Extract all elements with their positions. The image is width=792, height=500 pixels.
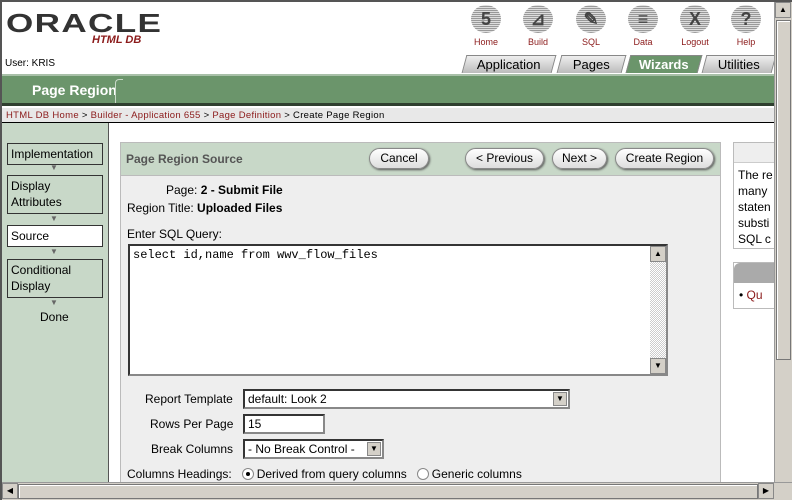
- oracle-logo: ORACLE HTML DB: [6, 8, 163, 46]
- tab-utilities[interactable]: Utilities: [701, 55, 777, 73]
- breadcrumb-builder[interactable]: Builder - Application 655: [91, 110, 201, 121]
- build-icon: ⊿: [523, 5, 553, 33]
- page-info: Page: 2 - Submit File: [166, 183, 283, 197]
- breadcrumb: HTML DB Home > Builder - Application 655…: [2, 108, 774, 123]
- tab-pages[interactable]: Pages: [556, 55, 627, 73]
- breadcrumb-home[interactable]: HTML DB Home: [6, 110, 79, 121]
- title-separator: [115, 79, 123, 103]
- scroll-down-icon[interactable]: ▼: [650, 358, 666, 374]
- arrow-down-icon: ▼: [50, 214, 58, 223]
- step-done: Done: [40, 310, 69, 324]
- break-columns-select[interactable]: - No Break Control - ▼: [243, 439, 384, 459]
- nav-help[interactable]: ? Help: [723, 5, 769, 47]
- arrow-down-icon: ▼: [50, 163, 58, 172]
- wizard-steps: Implementation ▼ Display Attributes ▼ So…: [2, 123, 109, 482]
- previous-button[interactable]: < Previous: [465, 148, 544, 169]
- query-link[interactable]: Qu: [747, 288, 763, 302]
- scroll-up-icon[interactable]: ▲: [650, 246, 666, 262]
- rows-per-page-input[interactable]: 15: [243, 414, 325, 434]
- report-template-label: Report Template: [145, 392, 233, 406]
- chevron-down-icon: ▼: [367, 442, 381, 456]
- logout-icon: X: [680, 5, 710, 33]
- horizontal-scrollbar[interactable]: ◀ ▶: [2, 482, 792, 500]
- scroll-right-icon[interactable]: ▶: [758, 483, 774, 499]
- create-region-button[interactable]: Create Region: [615, 148, 714, 169]
- radio-generic[interactable]: [416, 468, 429, 480]
- report-template-select[interactable]: default: Look 2 ▼: [243, 389, 570, 409]
- cancel-button[interactable]: Cancel: [369, 148, 429, 169]
- chevron-down-icon: ▼: [553, 392, 567, 406]
- scroll-up-icon[interactable]: ▲: [775, 2, 791, 18]
- horizontal-scroll-thumb[interactable]: [18, 484, 758, 499]
- tab-application[interactable]: Application: [461, 55, 557, 73]
- sql-icon: ✎: [576, 5, 606, 33]
- region-title-info: Region Title: Uploaded Files: [127, 201, 283, 215]
- breadcrumb-page-definition[interactable]: Page Definition: [212, 110, 281, 121]
- rows-per-page-label: Rows Per Page: [150, 417, 234, 431]
- radio-derived[interactable]: [241, 468, 254, 480]
- scroll-left-icon[interactable]: ◀: [2, 483, 18, 499]
- step-source: Source: [7, 225, 103, 247]
- user-label: User: KRIS: [5, 58, 56, 69]
- column-headings-row: Columns Headings: Derived from query colu…: [127, 467, 522, 481]
- home-icon: 5: [471, 5, 501, 33]
- panel-header: Page Region Source Cancel < Previous Nex…: [121, 143, 720, 176]
- page-region-source-panel: Page Region Source Cancel < Previous Nex…: [120, 142, 721, 482]
- nav-data[interactable]: ≡ Data: [620, 5, 666, 47]
- data-icon: ≡: [628, 5, 658, 33]
- help-box: C The re many staten substi SQL c: [733, 142, 778, 249]
- tab-wizards[interactable]: Wizards: [625, 55, 703, 73]
- help-icon: ?: [731, 5, 761, 33]
- vertical-scrollbar[interactable]: ▲: [774, 2, 792, 482]
- help-text: The re many staten substi SQL c: [738, 168, 773, 246]
- nav-logout[interactable]: X Logout: [672, 5, 718, 47]
- sql-query-label: Enter SQL Query:: [127, 227, 222, 241]
- links-box: • Qu: [733, 262, 778, 309]
- page-title: Page Region: [32, 82, 117, 98]
- step-display-attributes: Display Attributes: [7, 175, 103, 214]
- step-implementation: Implementation: [7, 143, 103, 165]
- panel-title: Page Region Source: [126, 152, 243, 166]
- vertical-scroll-thumb[interactable]: [776, 20, 791, 360]
- step-conditional-display: Conditional Display: [7, 259, 103, 298]
- next-button[interactable]: Next >: [552, 148, 607, 169]
- nav-sql[interactable]: ✎ SQL: [568, 5, 614, 47]
- arrow-down-icon: ▼: [50, 298, 58, 307]
- break-columns-label: Break Columns: [151, 442, 234, 456]
- nav-home[interactable]: 5 Home: [463, 5, 509, 47]
- breadcrumb-current: Create Page Region: [293, 110, 385, 121]
- sql-query-input[interactable]: select id,name from wwv_flow_files: [128, 244, 668, 376]
- sql-scrollbar[interactable]: ▲ ▼: [650, 246, 666, 374]
- arrow-down-icon: ▼: [50, 247, 58, 256]
- nav-build[interactable]: ⊿ Build: [515, 5, 561, 47]
